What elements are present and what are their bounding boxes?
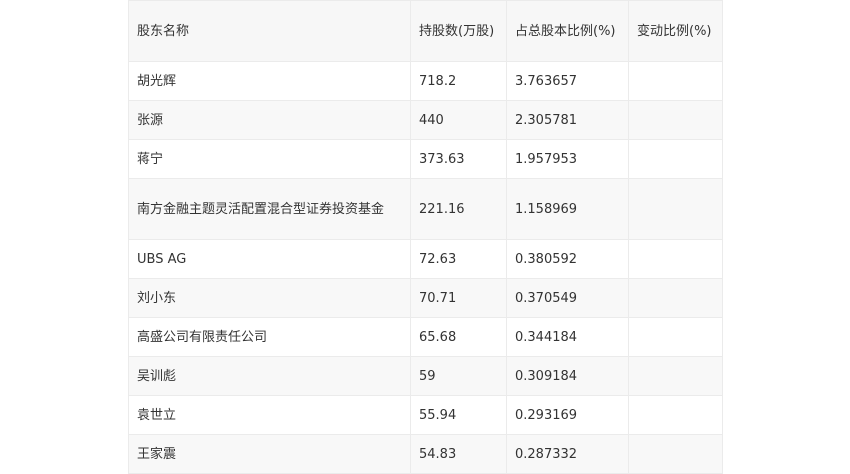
- table-row: 张源 440 2.305781: [128, 100, 723, 140]
- cell-share-ratio: 0.309184: [506, 356, 629, 396]
- table-header: 股东名称 持股数(万股) 占总股本比例(%) 变动比例(%): [128, 0, 723, 62]
- cell-shares-held: 373.63: [410, 139, 507, 179]
- header-share-ratio: 占总股本比例(%): [506, 0, 629, 62]
- cell-change-ratio: [628, 178, 723, 240]
- cell-shares-held: 440: [410, 100, 507, 140]
- cell-change-ratio: [628, 278, 723, 318]
- cell-change-ratio: [628, 317, 723, 357]
- table-row: 蒋宁 373.63 1.957953: [128, 139, 723, 179]
- cell-shareholder-name: 刘小东: [128, 278, 411, 318]
- cell-shareholder-name: 王家震: [128, 434, 411, 474]
- cell-shares-held: 221.16: [410, 178, 507, 240]
- header-shareholder-name: 股东名称: [128, 0, 411, 62]
- table-row: 吴训彪 59 0.309184: [128, 356, 723, 396]
- cell-share-ratio: 0.287332: [506, 434, 629, 474]
- cell-shareholder-name: 胡光辉: [128, 61, 411, 101]
- cell-shares-held: 70.71: [410, 278, 507, 318]
- page: 股东名称 持股数(万股) 占总股本比例(%) 变动比例(%) 胡光辉 718.2…: [0, 0, 850, 474]
- table-row: 高盛公司有限责任公司 65.68 0.344184: [128, 317, 723, 357]
- table-row: 刘小东 70.71 0.370549: [128, 278, 723, 318]
- cell-shareholder-name: 高盛公司有限责任公司: [128, 317, 411, 357]
- cell-shares-held: 59: [410, 356, 507, 396]
- cell-shareholder-name: 袁世立: [128, 395, 411, 435]
- table-row: 南方金融主题灵活配置混合型证券投资基金 221.16 1.158969: [128, 178, 723, 240]
- cell-shareholder-name: 蒋宁: [128, 139, 411, 179]
- table-body: 胡光辉 718.2 3.763657 张源 440 2.305781 蒋宁 37…: [128, 61, 723, 474]
- cell-change-ratio: [628, 395, 723, 435]
- cell-share-ratio: 0.380592: [506, 239, 629, 279]
- cell-shares-held: 65.68: [410, 317, 507, 357]
- cell-share-ratio: 2.305781: [506, 100, 629, 140]
- table-row: 王家震 54.83 0.287332: [128, 434, 723, 474]
- cell-shares-held: 54.83: [410, 434, 507, 474]
- cell-change-ratio: [628, 356, 723, 396]
- cell-share-ratio: 3.763657: [506, 61, 629, 101]
- cell-shareholder-name: UBS AG: [128, 239, 411, 279]
- cell-shareholder-name: 南方金融主题灵活配置混合型证券投资基金: [128, 178, 411, 240]
- cell-shareholder-name: 张源: [128, 100, 411, 140]
- cell-shares-held: 718.2: [410, 61, 507, 101]
- header-shares-held: 持股数(万股): [410, 0, 507, 62]
- table-row: 胡光辉 718.2 3.763657: [128, 61, 723, 101]
- cell-share-ratio: 0.293169: [506, 395, 629, 435]
- cell-change-ratio: [628, 61, 723, 101]
- cell-shares-held: 72.63: [410, 239, 507, 279]
- cell-change-ratio: [628, 139, 723, 179]
- shareholders-table: 股东名称 持股数(万股) 占总股本比例(%) 变动比例(%) 胡光辉 718.2…: [128, 0, 723, 474]
- header-row: 股东名称 持股数(万股) 占总股本比例(%) 变动比例(%): [128, 0, 723, 62]
- cell-shares-held: 55.94: [410, 395, 507, 435]
- cell-share-ratio: 1.957953: [506, 139, 629, 179]
- cell-share-ratio: 1.158969: [506, 178, 629, 240]
- table-row: UBS AG 72.63 0.380592: [128, 239, 723, 279]
- header-change-ratio: 变动比例(%): [628, 0, 723, 62]
- cell-share-ratio: 0.370549: [506, 278, 629, 318]
- cell-shareholder-name: 吴训彪: [128, 356, 411, 396]
- cell-share-ratio: 0.344184: [506, 317, 629, 357]
- table-row: 袁世立 55.94 0.293169: [128, 395, 723, 435]
- cell-change-ratio: [628, 100, 723, 140]
- cell-change-ratio: [628, 239, 723, 279]
- cell-change-ratio: [628, 434, 723, 474]
